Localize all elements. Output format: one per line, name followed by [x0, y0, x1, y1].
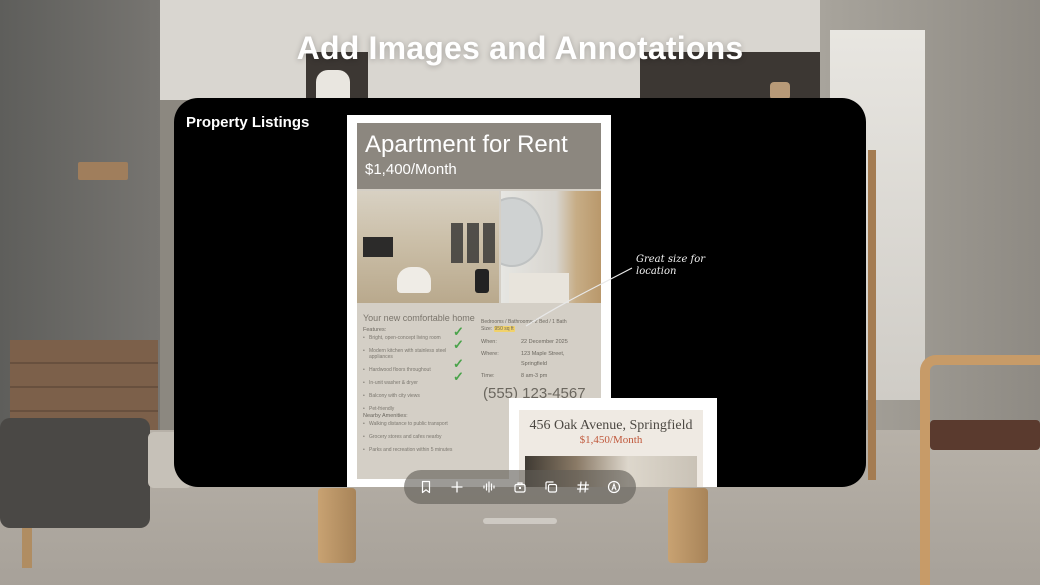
coat-stand — [868, 150, 876, 480]
number-sign-icon[interactable] — [571, 475, 595, 499]
app-window: Property Listings Apartment for Rent $1,… — [174, 98, 866, 487]
where-row: Where: 123 Maple Street, — [481, 351, 565, 357]
size-text: Size: 950 sq ft — [481, 326, 515, 332]
check-mark-icon: ✓ — [453, 369, 464, 384]
flyer-title: Apartment for Rent — [365, 131, 568, 158]
flyer-header: Apartment for Rent $1,400/Month — [357, 123, 601, 189]
feature-item: Pet-friendly — [363, 406, 455, 412]
time-row: Time: 8 am-3 pm — [481, 373, 548, 379]
table-leg — [318, 488, 356, 563]
flyer2-price: $1,450/Month — [579, 434, 643, 446]
bottom-toolbar — [404, 470, 636, 504]
nearby-label: Nearby Amenities: — [363, 413, 408, 419]
living-room-photo[interactable] — [357, 191, 499, 303]
window-title: Property Listings — [186, 114, 310, 131]
check-mark-icon: ✓ — [453, 337, 464, 352]
when-row: When: 22 December 2025 — [481, 339, 568, 345]
chair-seat — [930, 420, 1040, 450]
bookmark-icon[interactable] — [414, 475, 438, 499]
round-mirror — [501, 197, 543, 267]
chair — [920, 355, 1040, 585]
wall-frames — [451, 223, 495, 263]
listing-details: Bedrooms / Bathrooms: 2 Bed / 1 Bath Siz… — [481, 319, 601, 379]
armchair — [397, 267, 431, 293]
wall-hooks — [78, 162, 128, 180]
nearby-item: Parks and recreation within 5 minutes — [363, 447, 493, 453]
sofa-leg — [22, 528, 32, 568]
handwritten-annotation[interactable]: Great size for location — [636, 254, 726, 278]
stairs — [10, 340, 158, 430]
feature-item: In-unit washer & dryer✓ — [363, 370, 464, 386]
feature-item: Bright, open-concept living room✓ — [363, 325, 464, 341]
check-mark-icon: ✓ — [453, 324, 464, 339]
nearby-list: Walking distance to public transport Gro… — [363, 421, 503, 453]
page-title: Add Images and Annotations — [296, 30, 744, 66]
bathroom-photo[interactable] — [501, 191, 601, 303]
markup-pen-icon[interactable] — [602, 475, 626, 499]
lock-briefcase-icon[interactable] — [508, 475, 532, 499]
nearby-item: Walking distance to public transport — [363, 421, 493, 427]
copy-pages-icon[interactable] — [539, 475, 563, 499]
bedrooms-text: Bedrooms / Bathrooms: 2 Bed / 1 Bath — [481, 319, 567, 325]
table-leg — [668, 488, 708, 563]
stool — [475, 269, 489, 293]
nearby-amenities: Nearby Amenities: Walking distance to pu… — [363, 413, 503, 460]
feature-item: Balcony with city views — [363, 393, 455, 399]
window-grabber-bar[interactable] — [483, 518, 557, 524]
audio-waveform-icon[interactable] — [477, 475, 501, 499]
vase — [316, 70, 350, 100]
tv — [363, 237, 393, 257]
flyer2-title: 456 Oak Avenue, Springfield — [529, 418, 693, 433]
flyer-price: $1,400/Month — [365, 161, 457, 178]
nearby-item: Grocery stores and cafes nearby — [363, 434, 493, 440]
plus-icon[interactable] — [445, 475, 469, 499]
where-row-2: Springfield — [521, 361, 547, 367]
sofa — [0, 418, 150, 528]
highlighted-size: 950 sq ft — [493, 326, 515, 332]
vanity-cabinet — [509, 273, 569, 303]
feature-item: Hardwood floors throughout✓ — [363, 357, 464, 373]
feature-item: Modern kitchen with stainless steel appl… — [363, 338, 464, 360]
check-mark-icon: ✓ — [453, 356, 464, 371]
